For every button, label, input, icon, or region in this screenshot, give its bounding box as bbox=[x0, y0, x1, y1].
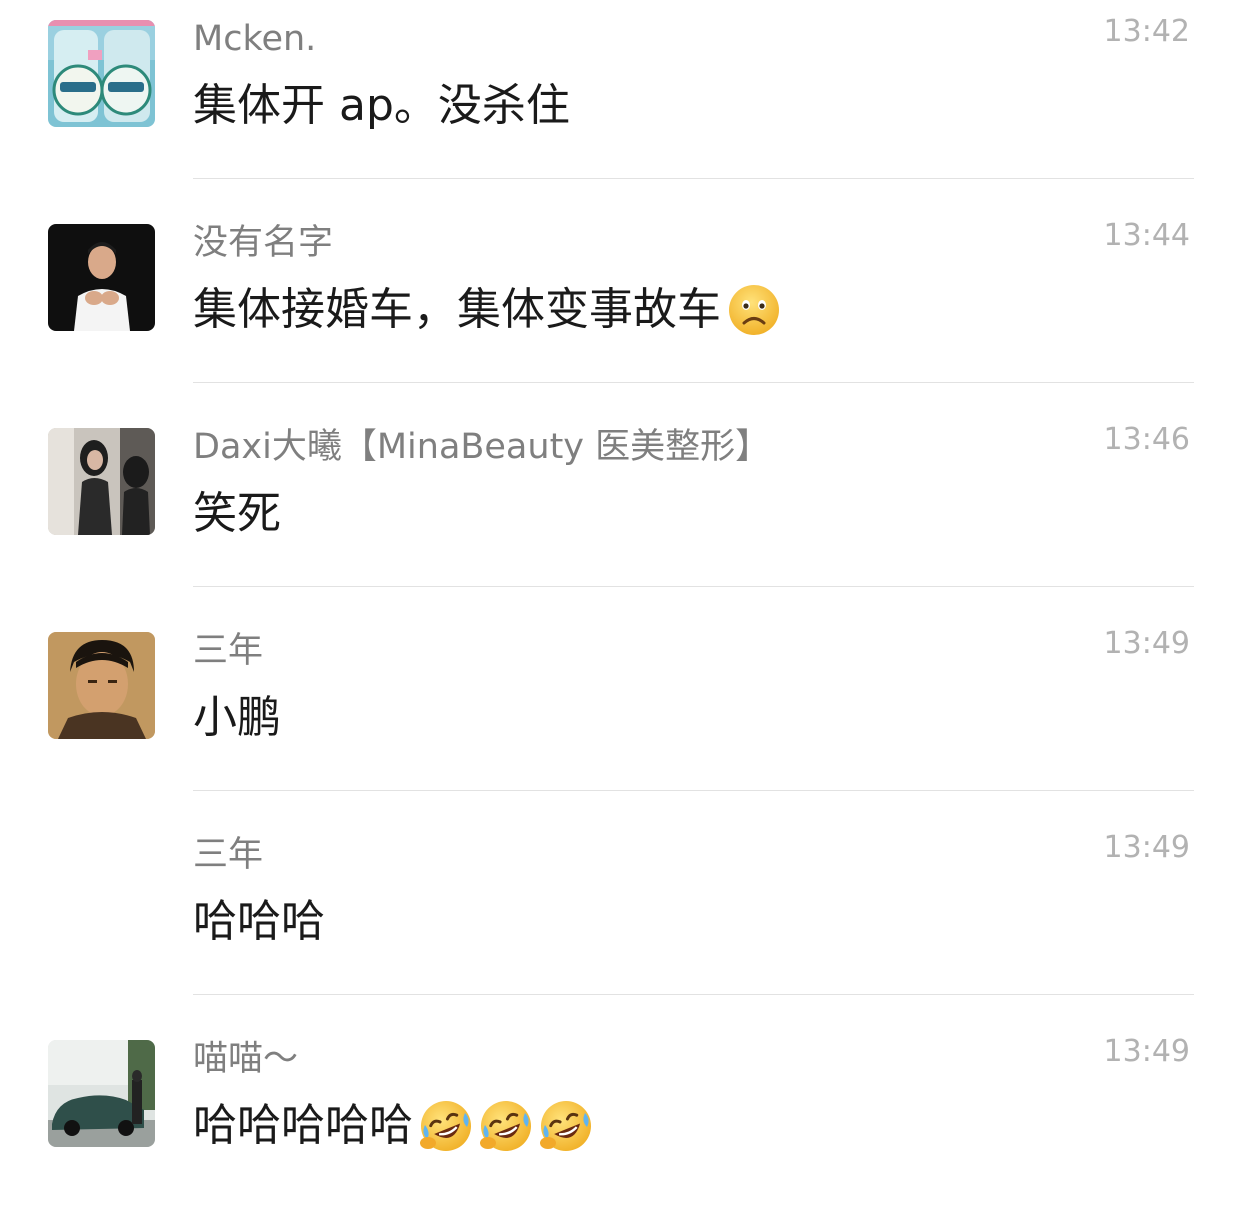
comment-item[interactable]: Mcken. 13:42 集体开 ap。没杀住 bbox=[0, 0, 1242, 204]
comment-text-body: 集体开 ap。没杀住 bbox=[193, 80, 570, 131]
username[interactable]: 三年 bbox=[193, 834, 263, 876]
timestamp: 13:42 bbox=[1103, 14, 1190, 49]
username[interactable]: 喵喵～ bbox=[193, 1038, 298, 1080]
rolling-laughing-face-icon bbox=[419, 1099, 473, 1153]
avatar[interactable] bbox=[48, 224, 155, 331]
avatar[interactable] bbox=[48, 20, 155, 127]
comment-text: 集体开 ap。没杀住 bbox=[193, 78, 570, 134]
rolling-laughing-face-icon bbox=[479, 1099, 533, 1153]
comment-text: 小鹏 bbox=[193, 690, 281, 746]
comment-text-body: 小鹏 bbox=[193, 692, 281, 743]
avatar[interactable] bbox=[48, 1040, 155, 1147]
username[interactable]: Daxi大曦【MinaBeauty 医美整形】 bbox=[193, 426, 770, 468]
comment-text-body: 集体接婚车，集体变事故车 bbox=[193, 284, 721, 335]
comment-item[interactable]: 没有名字 13:44 集体接婚车，集体变事故车 bbox=[0, 204, 1242, 408]
timestamp: 13:44 bbox=[1103, 218, 1190, 253]
cans-photo bbox=[48, 20, 155, 127]
username[interactable]: 没有名字 bbox=[193, 222, 333, 264]
timestamp: 13:46 bbox=[1103, 422, 1190, 457]
comment-text: 哈哈哈 bbox=[193, 894, 325, 950]
comment-text-body: 笑死 bbox=[193, 488, 281, 539]
username[interactable]: Mcken. bbox=[193, 18, 316, 60]
comment-item[interactable]: 喵喵～ 13:49 哈哈哈哈哈 bbox=[0, 1020, 1242, 1224]
avatar[interactable] bbox=[48, 428, 155, 535]
comment-text: 集体接婚车，集体变事故车 bbox=[193, 282, 781, 338]
comment-item[interactable]: 三年 13:49 哈哈哈 bbox=[0, 816, 1242, 1020]
comment-item[interactable]: Daxi大曦【MinaBeauty 医美整形】 13:46 笑死 bbox=[0, 408, 1242, 612]
divider bbox=[193, 382, 1194, 383]
comment-item[interactable]: 三年 13:49 小鹏 bbox=[0, 612, 1242, 816]
woman-mirror-selfie bbox=[48, 428, 155, 535]
man-portrait-dark bbox=[48, 224, 155, 331]
man-portrait-vintage bbox=[48, 632, 155, 739]
rolling-laughing-face-icon bbox=[539, 1099, 593, 1153]
comment-text-body: 哈哈哈 bbox=[193, 896, 325, 947]
username[interactable]: 三年 bbox=[193, 630, 263, 672]
divider bbox=[193, 994, 1194, 995]
divider bbox=[193, 586, 1194, 587]
avatar[interactable] bbox=[48, 632, 155, 739]
timestamp: 13:49 bbox=[1103, 1034, 1190, 1069]
timestamp: 13:49 bbox=[1103, 830, 1190, 865]
comment-text: 哈哈哈哈哈 bbox=[193, 1098, 593, 1154]
timestamp: 13:49 bbox=[1103, 626, 1190, 661]
comment-text-body: 哈哈哈哈哈 bbox=[193, 1100, 413, 1151]
frowning-face-icon bbox=[727, 283, 781, 337]
comment-text: 笑死 bbox=[193, 486, 281, 542]
comment-list: Mcken. 13:42 集体开 ap。没杀住 没有名字 13:44 集体接婚车… bbox=[0, 0, 1242, 1223]
car-photo bbox=[48, 1040, 155, 1147]
divider bbox=[193, 790, 1194, 791]
divider bbox=[193, 178, 1194, 179]
